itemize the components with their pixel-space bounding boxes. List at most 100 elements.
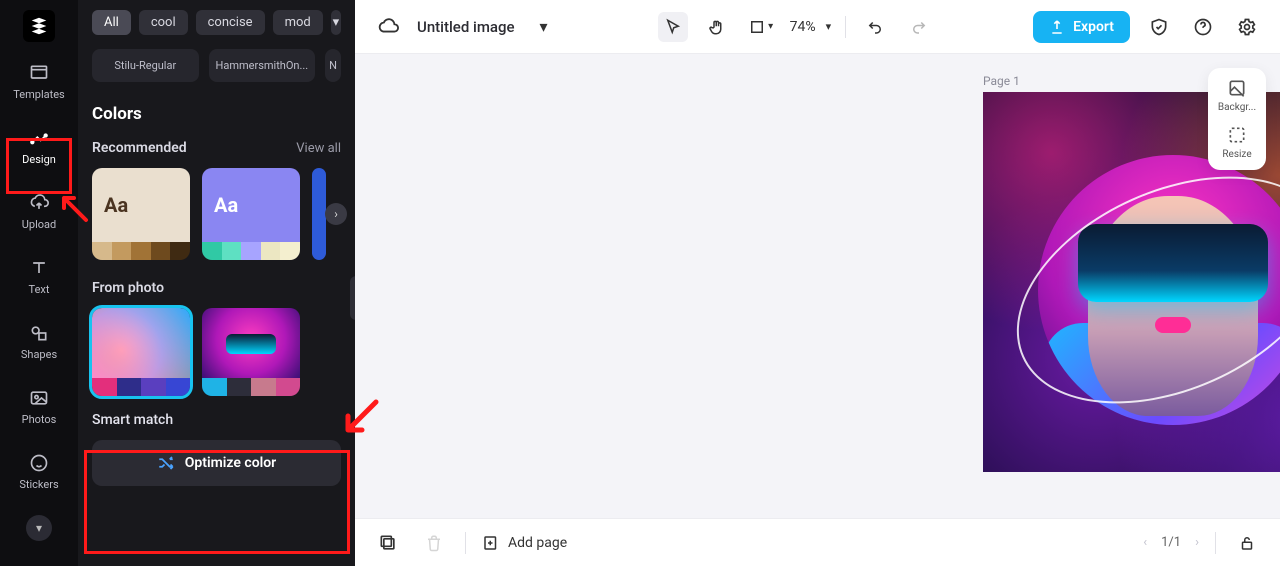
chevron-down-icon: ▾ — [826, 20, 832, 33]
divider — [1215, 532, 1216, 554]
nav-text[interactable]: Text — [6, 249, 72, 302]
app-logo[interactable] — [23, 10, 55, 42]
nav-upload-label: Upload — [22, 218, 56, 231]
canvas-wrap[interactable]: Page 1 ••• Backgr... Resize — [355, 54, 1280, 518]
topbar: Untitled image ▾ ▾ 74% ▾ Export — [355, 0, 1280, 54]
shuffle-icon — [157, 454, 175, 472]
nav-photos[interactable]: Photos — [6, 379, 72, 432]
shield-button[interactable] — [1144, 12, 1174, 42]
nav-shapes[interactable]: Shapes — [6, 314, 72, 367]
add-page-icon — [482, 534, 500, 552]
text-icon — [28, 257, 50, 279]
font-card-2[interactable]: HammersmithOn... — [209, 49, 316, 82]
pager-next[interactable]: › — [1195, 535, 1199, 550]
help-button[interactable] — [1188, 12, 1218, 42]
recommended-label: Recommended — [92, 140, 187, 156]
photo-swatches — [202, 378, 300, 396]
nav-templates-label: Templates — [13, 88, 64, 101]
shapes-icon — [28, 322, 50, 344]
zoom-value: 74% — [790, 19, 816, 35]
cursor-tool[interactable] — [658, 12, 688, 42]
photo-palette-1[interactable] — [92, 308, 190, 396]
view-all-link[interactable]: View all — [296, 141, 341, 156]
palette-card-2[interactable]: Aa — [202, 168, 300, 260]
resize-tool[interactable]: Resize — [1222, 125, 1251, 160]
nav-templates[interactable]: Templates — [6, 54, 72, 107]
pager-value: 1/1 — [1161, 535, 1181, 550]
font-row: Stilu-Regular HammersmithOn... N — [92, 49, 341, 82]
photo-palette-row — [92, 308, 341, 396]
chip-modern[interactable]: mod — [273, 10, 323, 35]
background-tool[interactable]: Backgr... — [1218, 78, 1256, 113]
annotation-arrow-smart-match — [340, 398, 380, 438]
font-card-3[interactable]: N — [325, 49, 341, 82]
bottombar: Add page ‹ 1/1 › — [355, 518, 1280, 566]
background-tool-label: Backgr... — [1218, 102, 1256, 113]
zoom-control[interactable]: 74% ▾ — [790, 19, 832, 35]
cloud-sync-button[interactable] — [373, 12, 403, 42]
add-page-button[interactable]: Add page — [482, 534, 567, 552]
photo-thumb — [92, 308, 190, 378]
photo-swatches — [92, 378, 190, 396]
redo-button[interactable] — [904, 12, 934, 42]
layers-button[interactable] — [373, 528, 403, 558]
chevron-down-icon: ▾ — [768, 21, 773, 32]
document-title[interactable]: Untitled image — [417, 18, 515, 36]
templates-icon — [28, 62, 50, 84]
crop-tool[interactable]: ▾ — [746, 12, 776, 42]
optimize-color-button[interactable]: Optimize color — [92, 440, 341, 486]
divider — [465, 532, 466, 554]
optimize-color-label: Optimize color — [185, 455, 276, 471]
smart-match-label: Smart match — [92, 412, 341, 428]
filter-chip-row: All cool concise mod ▾ — [92, 10, 341, 35]
palette-aa: Aa — [92, 168, 190, 242]
settings-button[interactable] — [1232, 12, 1262, 42]
nav-design-label: Design — [22, 153, 56, 166]
main-area: Untitled image ▾ ▾ 74% ▾ Export Page 1 •… — [355, 0, 1280, 566]
colors-heading: Colors — [92, 104, 341, 124]
pager: ‹ 1/1 › — [1143, 535, 1199, 550]
annotation-arrow-design — [58, 192, 90, 224]
photo-palette-2[interactable] — [202, 308, 300, 396]
chevron-right-icon: › — [334, 207, 338, 221]
undo-button[interactable] — [860, 12, 890, 42]
palette-scroll-right[interactable]: › — [325, 203, 347, 225]
nav-rail: Templates Design Upload Text Shapes Phot… — [0, 0, 78, 566]
export-icon — [1049, 19, 1065, 35]
nav-photos-label: Photos — [22, 413, 57, 426]
palette-swatches — [202, 242, 300, 260]
chip-more[interactable]: ▾ — [331, 10, 341, 35]
chip-all[interactable]: All — [92, 10, 131, 35]
pager-prev[interactable]: ‹ — [1143, 535, 1147, 550]
chip-concise[interactable]: concise — [196, 10, 265, 35]
export-button[interactable]: Export — [1033, 11, 1130, 43]
hand-tool[interactable] — [702, 12, 732, 42]
recommended-header: Recommended View all — [92, 140, 341, 156]
nav-shapes-label: Shapes — [21, 348, 57, 361]
from-photo-header: From photo — [92, 280, 341, 296]
nav-design[interactable]: Design — [6, 119, 72, 172]
palette-card-1[interactable]: Aa — [92, 168, 190, 260]
palette-card-peek[interactable] — [312, 168, 326, 260]
page-label: Page 1 — [983, 74, 1020, 88]
nav-stickers-label: Stickers — [19, 478, 58, 491]
chip-cool[interactable]: cool — [139, 10, 188, 35]
export-label: Export — [1073, 19, 1114, 35]
divider — [845, 16, 846, 38]
stickers-icon — [28, 452, 50, 474]
delete-button[interactable] — [419, 528, 449, 558]
nav-stickers[interactable]: Stickers — [6, 444, 72, 497]
palette-row: Aa Aa › — [92, 168, 341, 260]
nav-text-label: Text — [29, 283, 50, 296]
palette-aa: Aa — [202, 168, 300, 242]
nav-more[interactable]: ▾ — [26, 515, 52, 541]
lock-button[interactable] — [1232, 528, 1262, 558]
resize-tool-label: Resize — [1222, 149, 1251, 160]
font-card-1[interactable]: Stilu-Regular — [92, 49, 199, 82]
from-photo-label: From photo — [92, 280, 164, 296]
design-panel: All cool concise mod ▾ Stilu-Regular Ham… — [78, 0, 355, 566]
canvas-side-tools: Backgr... Resize — [1208, 68, 1266, 170]
add-page-label: Add page — [508, 535, 567, 551]
resize-icon — [1227, 125, 1247, 145]
title-dropdown[interactable]: ▾ — [529, 12, 559, 42]
